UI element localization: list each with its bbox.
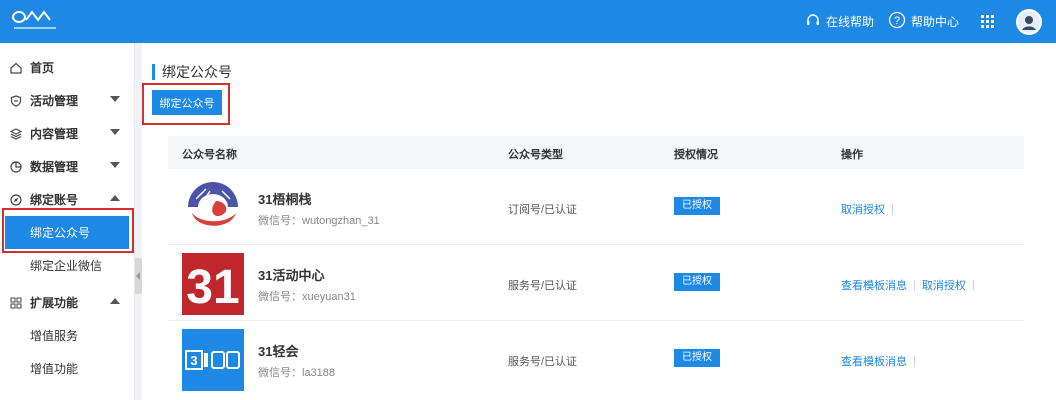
sidebar-item-content[interactable]: 内容管理 — [0, 117, 135, 150]
auth-status-badge: 已授权 — [674, 273, 720, 291]
account-table: 公众号名称 公众号类型 授权情况 操作 31梧桐栈 微信号：wutongzhan… — [168, 136, 1024, 397]
sidebar-item-extend[interactable]: 扩展功能 — [0, 286, 135, 319]
svg-text:?: ? — [894, 15, 900, 27]
top-bar: 在线帮助 ? 帮助中心 — [0, 0, 1056, 43]
account-type: 服务号/已认证 — [508, 356, 578, 368]
column-header-ops: 操作 — [841, 149, 863, 161]
sidebar-collapse-handle[interactable] — [135, 258, 142, 294]
online-help-link[interactable]: 在线帮助 — [805, 12, 874, 31]
separator: | — [913, 355, 916, 367]
cancel-auth-link[interactable]: 取消授权 — [922, 277, 966, 293]
column-header-name: 公众号名称 — [182, 149, 237, 161]
sidebar-item-home[interactable]: 首页 — [0, 51, 135, 84]
table-row: 31 31活动中心 微信号：xueyuan31 服务号/已认证 已授权 查看模板… — [168, 245, 1024, 321]
chevron-down-icon — [110, 129, 120, 135]
table-header: 公众号名称 公众号类型 授权情况 操作 — [168, 136, 1024, 169]
shield-icon — [10, 94, 22, 107]
column-header-type: 公众号类型 — [508, 149, 563, 161]
table-row: 3 31轻会 微信号：la3188 服务号/已认证 已授权 查看模板消息 | — [168, 321, 1024, 397]
account-logo: 3 — [182, 329, 244, 391]
sidebar-subitem-value-service[interactable]: 增值服务 — [0, 319, 135, 352]
account-logo — [182, 177, 244, 239]
account-name: 31活动中心 — [258, 268, 325, 283]
wechat-id: 微信号：wutongzhan_31 — [258, 215, 380, 227]
account-logo: 31 — [182, 253, 244, 315]
chevron-down-icon — [110, 96, 120, 102]
chevron-down-icon — [110, 162, 120, 168]
svg-text:31: 31 — [186, 261, 239, 314]
separator: | — [913, 279, 916, 291]
svg-text:3: 3 — [190, 353, 197, 368]
row-actions: 查看模板消息 | — [841, 353, 916, 369]
question-icon: ? — [888, 11, 906, 32]
sidebar-item-label: 数据管理 — [30, 160, 79, 174]
chevron-up-icon — [110, 195, 120, 201]
sidebar-item-label: 增值服务 — [30, 329, 79, 343]
headset-icon — [805, 12, 821, 31]
wechat-id: 微信号：xueyuan31 — [258, 291, 356, 303]
sidebar-item-label: 扩展功能 — [30, 296, 79, 310]
sidebar-item-label: 活动管理 — [30, 94, 79, 108]
column-header-auth: 授权情况 — [674, 149, 718, 161]
account-type: 服务号/已认证 — [508, 280, 578, 292]
account-name: 31轻会 — [258, 344, 299, 359]
row-actions: 查看模板消息 | 取消授权 | — [841, 277, 975, 293]
bind-mp-button[interactable]: 绑定公众号 — [152, 90, 222, 115]
separator: | — [971, 279, 975, 291]
pie-chart-icon — [10, 160, 22, 173]
grid-icon — [10, 297, 22, 309]
sidebar-item-activity[interactable]: 活动管理 — [0, 84, 135, 117]
separator: | — [891, 203, 894, 215]
page-title: 绑定公众号 — [152, 64, 232, 80]
sidebar-item-label: 绑定企业微信 — [30, 259, 103, 273]
sidebar-item-label: 首页 — [30, 61, 55, 75]
sidebar-subitem-value-feature[interactable]: 增值功能 — [0, 352, 135, 385]
wechat-id: 微信号：la3188 — [258, 367, 336, 379]
cancel-auth-link[interactable]: 取消授权 — [841, 201, 885, 217]
highlight-outline-sidebar — [2, 208, 134, 253]
account-name: 31梧桐栈 — [258, 192, 312, 207]
apps-grid-icon[interactable] — [981, 15, 994, 28]
auth-status-badge: 已授权 — [674, 349, 720, 367]
main-content: 绑定公众号 绑定公众号 公众号名称 公众号类型 授权情况 操作 31梧桐栈 微信… — [142, 43, 1056, 400]
sidebar-item-label: 增值功能 — [30, 362, 79, 376]
chevron-up-icon — [110, 298, 120, 304]
sidebar-item-label: 绑定账号 — [30, 193, 79, 207]
compass-icon — [10, 193, 22, 206]
layers-icon — [10, 127, 22, 140]
table-row: 31梧桐栈 微信号：wutongzhan_31 订阅号/已认证 已授权 取消授权… — [168, 169, 1024, 245]
view-template-msg-link[interactable]: 查看模板消息 — [841, 353, 907, 369]
view-template-msg-link[interactable]: 查看模板消息 — [841, 277, 907, 293]
sidebar-item-data[interactable]: 数据管理 — [0, 150, 135, 183]
sidebar-subitem-bind-wecom[interactable]: 绑定企业微信 — [0, 249, 135, 282]
row-actions: 取消授权 | — [841, 201, 894, 217]
auth-status-badge: 已授权 — [674, 197, 720, 215]
avatar[interactable] — [1016, 8, 1042, 35]
help-center-label: 帮助中心 — [910, 15, 959, 29]
home-icon — [10, 62, 22, 74]
logo[interactable] — [10, 8, 60, 34]
account-type: 订阅号/已认证 — [508, 204, 578, 216]
help-center-link[interactable]: ? 帮助中心 — [888, 11, 959, 32]
online-help-label: 在线帮助 — [825, 15, 874, 29]
sidebar-item-label: 内容管理 — [30, 127, 79, 141]
